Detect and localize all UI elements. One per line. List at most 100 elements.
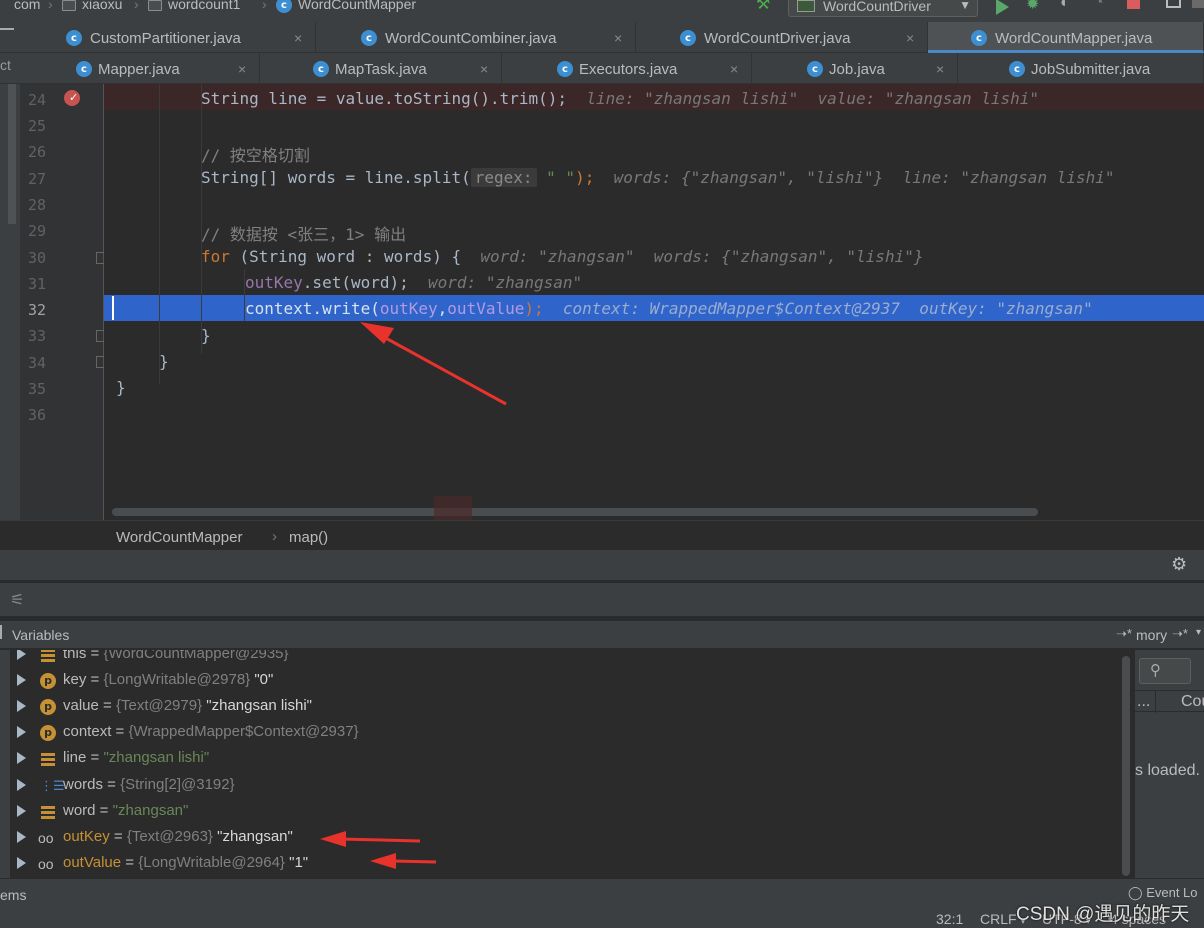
variable-name: value = {Text@2979} "zhangsan lishi" (63, 697, 312, 714)
tab-wordcountmapper[interactable]: c WordCountMapper.java (928, 22, 1204, 53)
vertical-scrollbar[interactable] (1122, 656, 1130, 876)
chevron-down-icon[interactable]: ▾ (1196, 627, 1201, 638)
line-number-current: 32 (28, 301, 47, 319)
variable-row-value[interactable]: p value = {Text@2979} "zhangsan lishi" (0, 694, 1120, 720)
breadcrumb-label: wordcount1 (168, 0, 241, 12)
expand-arrow-icon[interactable] (17, 752, 26, 764)
variable-value: {WordCountMapper@2935} (103, 650, 289, 662)
layout-settings-icon[interactable]: ⚟ (10, 590, 24, 610)
close-icon[interactable]: × (614, 22, 622, 55)
breadcrumb-xiaoxu[interactable]: xiaoxu (62, 0, 122, 12)
expand-arrow-icon[interactable] (17, 779, 26, 791)
variable-string: "0" (254, 671, 274, 688)
line-number: 34 (28, 354, 47, 372)
breadcrumb-separator: › (48, 0, 53, 12)
event-log-label: Event Lo (1146, 885, 1198, 900)
restore-layout-icon[interactable]: ➝* (1116, 626, 1132, 642)
inline-debug-hint: line: "zhangsan lishi" value: "zhangsan … (586, 89, 1040, 108)
line-number: 24 (28, 91, 47, 109)
variable-row-key[interactable]: p key = {LongWritable@2978} "0" (0, 668, 1120, 694)
column-header-count[interactable]: Cou (1181, 693, 1204, 711)
name-text: this (63, 650, 87, 662)
code-text: String[] words = line.split( (201, 168, 471, 187)
tab-custompartitioner[interactable]: c CustomPartitioner.java × (22, 22, 316, 53)
project-tool-tab[interactable] (8, 84, 16, 224)
horizontal-scrollbar[interactable] (112, 508, 1038, 516)
profile-icon[interactable]: ◔ (1094, 0, 1110, 12)
variable-row-this[interactable]: this = {WordCountMapper@2935} (0, 650, 1120, 668)
settings-gear-icon[interactable]: ⚙ (1171, 554, 1187, 575)
layout-icon[interactable] (1192, 0, 1204, 8)
restore-layout-icon[interactable]: ➝* (1172, 626, 1188, 642)
search-field[interactable]: ⚲ (1139, 658, 1191, 684)
string-literal: " " (546, 168, 576, 187)
variable-name: outKey = {Text@2963} "zhangsan" (63, 828, 293, 845)
truncated-label: ct (0, 57, 11, 73)
variable-row-words[interactable]: ⋮☰ words = {String[2]@3192} (0, 773, 1120, 799)
close-icon[interactable]: × (294, 22, 302, 55)
checkmark-icon: ✓ (69, 92, 79, 104)
class-icon: c (66, 30, 82, 46)
tab-job[interactable]: c Job.java × (752, 53, 958, 84)
code-line-35: } (116, 378, 126, 397)
debug-bug-icon[interactable]: ✹ (1026, 0, 1042, 13)
expand-arrow-icon[interactable] (17, 726, 26, 738)
run-icon[interactable] (996, 0, 1009, 15)
variable-row-context[interactable]: p context = {WrappedMapper$Context@2937} (0, 720, 1120, 746)
line-number: 33 (28, 327, 47, 345)
close-icon[interactable]: × (238, 53, 246, 86)
variable-row-word[interactable]: word = "zhangsan" (0, 799, 1120, 825)
tab-wordcountcombiner[interactable]: c WordCountCombiner.java × (316, 22, 636, 53)
close-icon[interactable]: × (906, 22, 914, 55)
variable-row-outvalue[interactable]: oo outValue = {LongWritable@2964} "1" (0, 851, 1120, 877)
variable-row-line[interactable]: line = "zhangsan lishi" (0, 746, 1120, 772)
table-header: ... Cou (1135, 690, 1204, 713)
breadcrumb-com[interactable]: com (14, 0, 40, 12)
breadcrumb-wordcount1[interactable]: wordcount1 (148, 0, 240, 12)
status-bar: ems ◯ Event Lo 32:1 CRLF ▾ UTF-8 ▾ 4 spa… (0, 878, 1204, 928)
breakpoint-icon[interactable]: ✓ (64, 90, 80, 106)
memory-tab-label[interactable]: mory (1136, 627, 1167, 643)
caret-position[interactable]: 32:1 (936, 911, 963, 927)
close-icon[interactable]: × (480, 53, 488, 86)
expand-arrow-icon[interactable] (17, 650, 26, 660)
variable-value: {WrappedMapper$Context@2937} (128, 723, 359, 740)
breadcrumb-wordcountmapper[interactable]: c WordCountMapper (276, 0, 416, 14)
variable-name: key = {LongWritable@2978} "0" (63, 671, 274, 688)
breadcrumb-method[interactable]: map() (289, 529, 328, 546)
column-header-dots[interactable]: ... (1137, 693, 1150, 711)
name-text: outValue (63, 854, 122, 871)
close-icon[interactable]: × (730, 53, 738, 86)
tab-mapper[interactable]: c Mapper.java × (22, 53, 260, 84)
code-editor[interactable]: String line = value.toString().trim(); l… (104, 84, 1204, 520)
tab-label: WordCountDriver.java (704, 30, 851, 47)
variable-row-outkey[interactable]: oo outKey = {Text@2963} "zhangsan" (0, 825, 1120, 851)
tab-wordcountdriver[interactable]: c WordCountDriver.java × (636, 22, 928, 53)
field-icon (40, 804, 56, 820)
tab-jobsubmitter[interactable]: c JobSubmitter.java (958, 53, 1204, 84)
close-icon[interactable]: × (936, 53, 944, 86)
variable-name: outValue = {LongWritable@2964} "1" (63, 854, 309, 871)
navigation-bar: com › xiaoxu › wordcount1 › c WordCountMa… (0, 0, 1204, 22)
tab-executors[interactable]: c Executors.java × (502, 53, 752, 84)
expand-arrow-icon[interactable] (17, 831, 26, 843)
class-icon: c (971, 30, 987, 46)
build-hammer-icon[interactable]: ⚒ (756, 0, 772, 13)
stop-icon[interactable] (1127, 0, 1140, 9)
variable-value: {Text@2979} (115, 697, 203, 714)
search-overlay-icon (434, 496, 472, 520)
inline-debug-hint: context: WrappedMapper$Context@2937 outK… (562, 299, 1093, 318)
run-configuration-select[interactable]: WordCountDriver ▼ (788, 0, 978, 17)
code-text: , (437, 299, 448, 318)
breadcrumb-class[interactable]: WordCountMapper (116, 529, 242, 546)
expand-arrow-icon[interactable] (17, 857, 26, 869)
expand-arrow-icon[interactable] (17, 700, 26, 712)
expand-arrow-icon[interactable] (17, 674, 26, 686)
variables-tree[interactable]: this = {WordCountMapper@2935} p key = {L… (0, 650, 1134, 878)
coverage-icon[interactable]: ◐ (1060, 0, 1076, 12)
expand-arrow-icon[interactable] (17, 805, 26, 817)
tab-maptask[interactable]: c MapTask.java × (260, 53, 502, 84)
project-structure-icon[interactable] (1166, 0, 1181, 8)
breadcrumb-label: xiaoxu (82, 0, 123, 12)
code-line-24: String line = value.toString().trim(); l… (201, 89, 1039, 108)
